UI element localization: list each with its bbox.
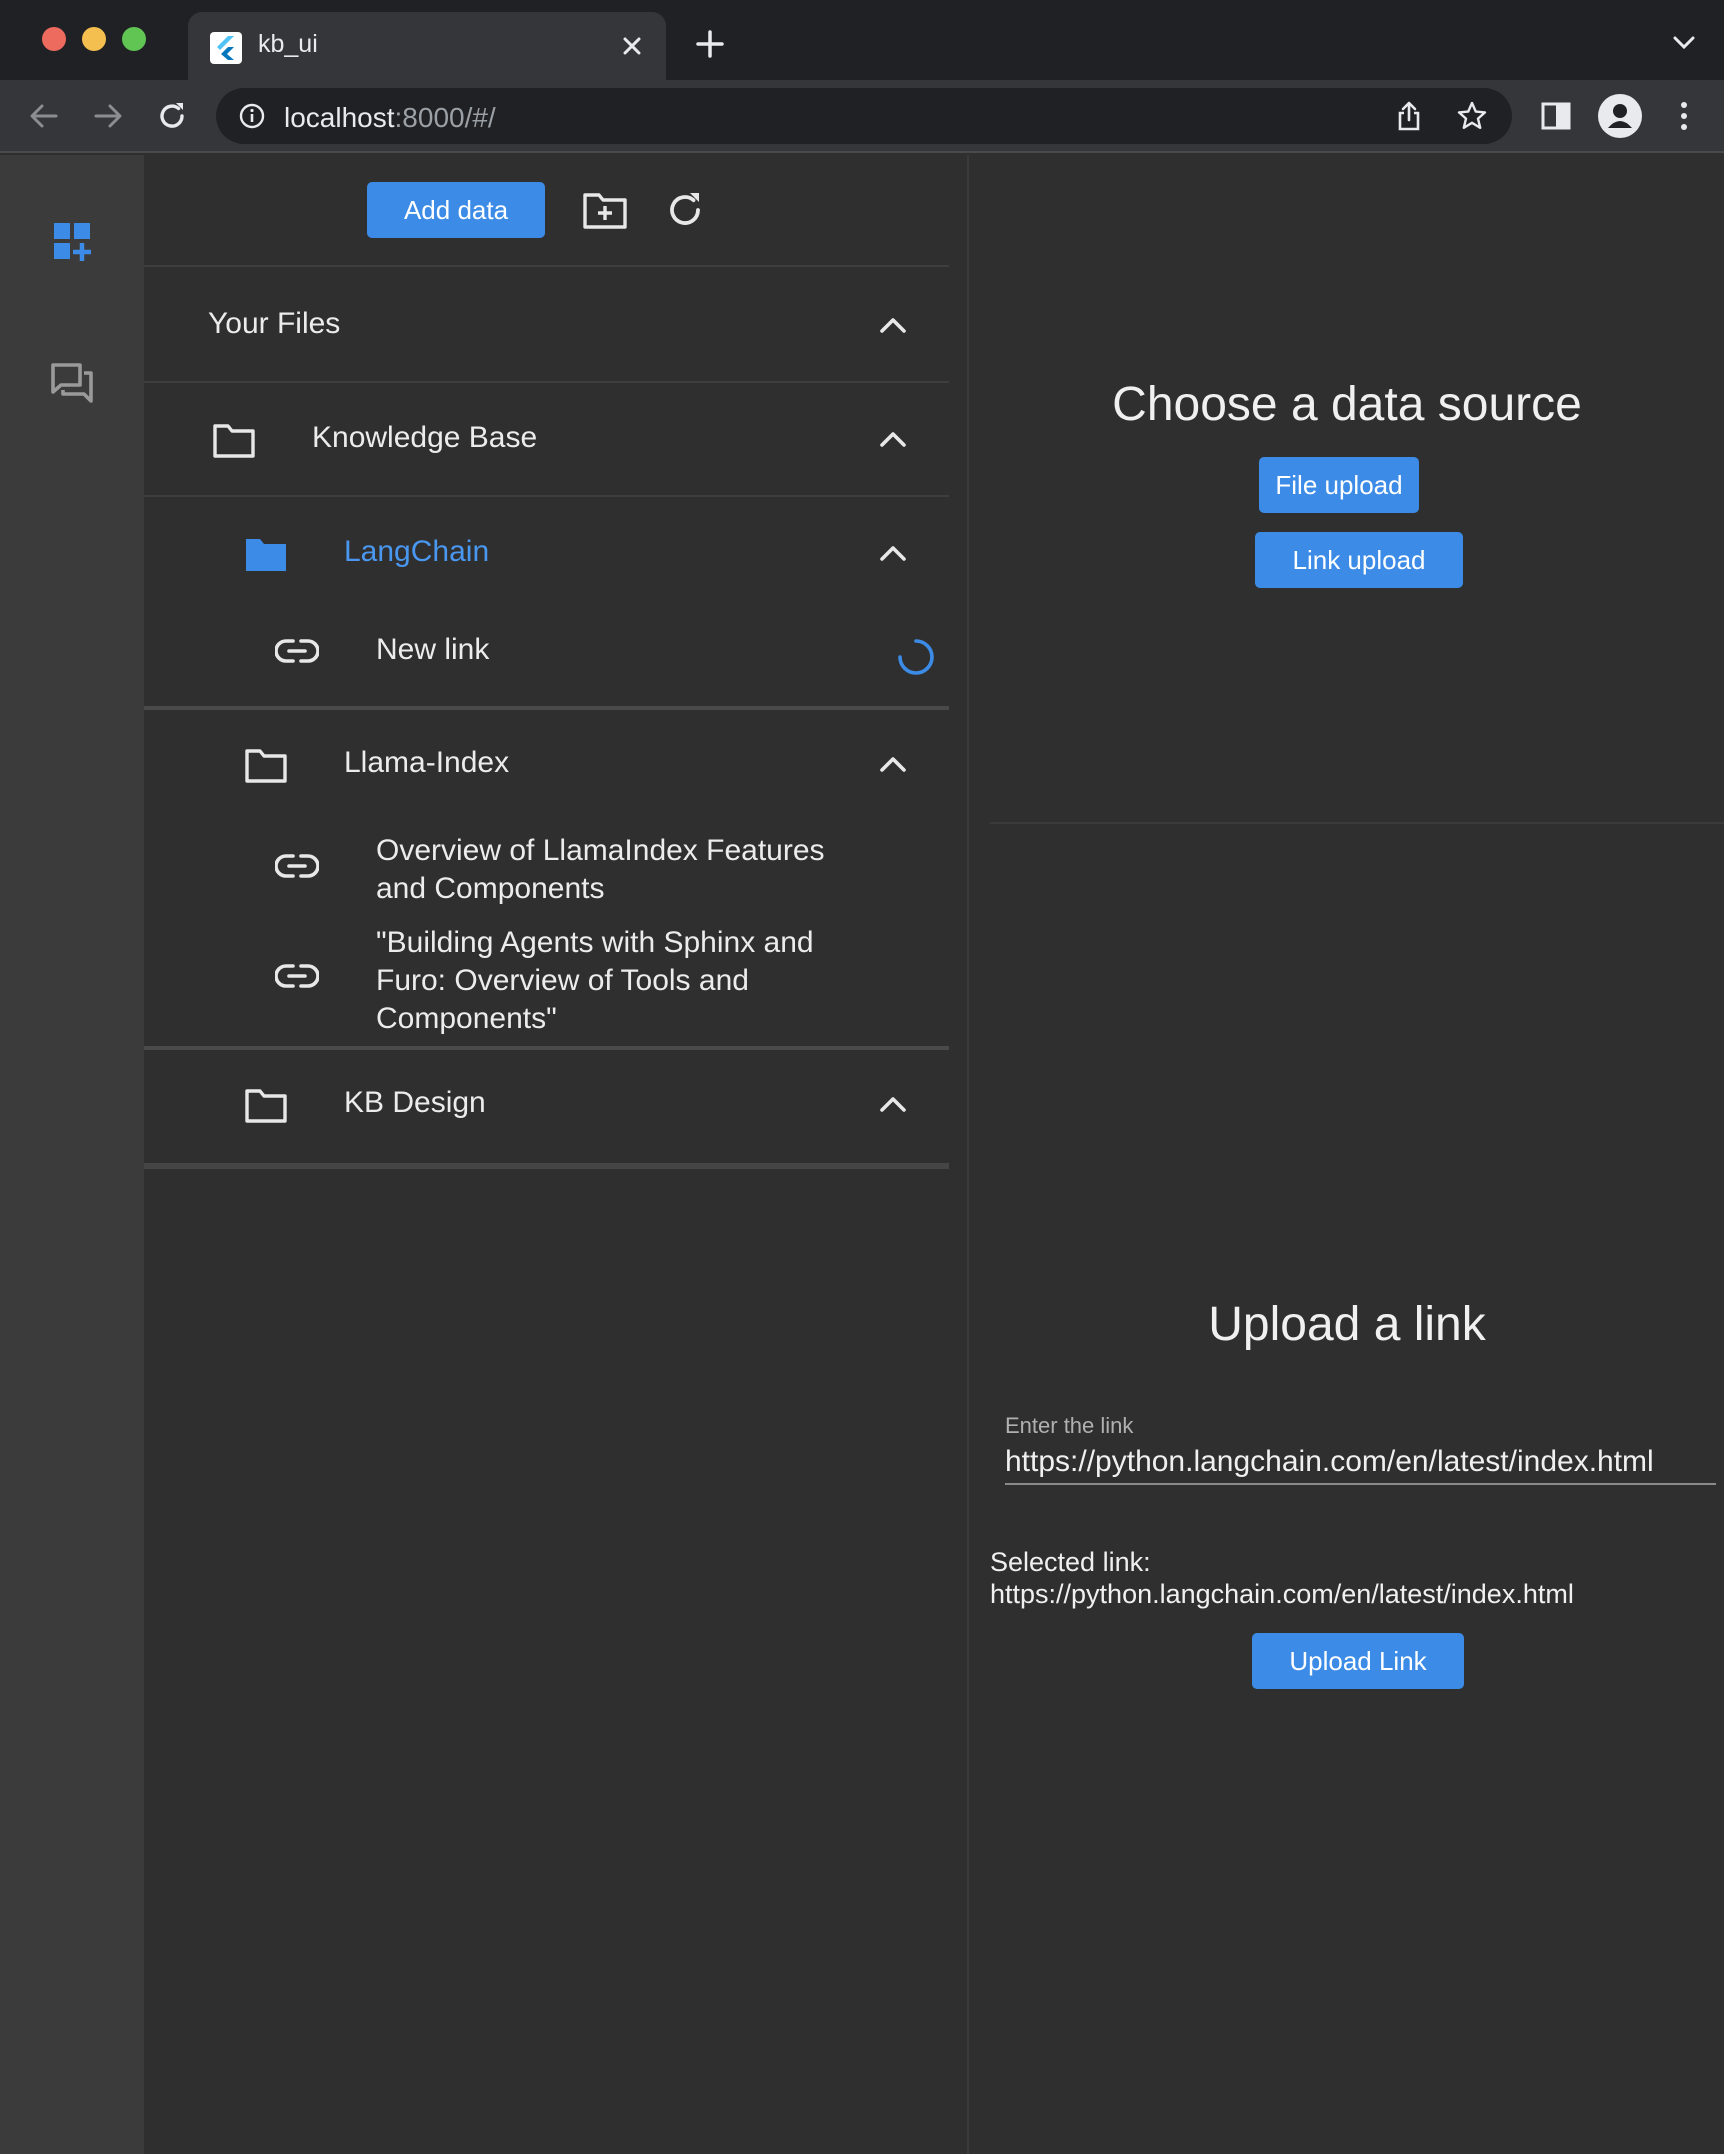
profile-avatar-icon[interactable] (1598, 94, 1642, 138)
window-close-button[interactable] (42, 27, 66, 51)
chevron-up-icon[interactable] (878, 543, 908, 563)
folder-outline-icon (212, 423, 256, 459)
divider (990, 822, 1724, 824)
side-panel-icon[interactable] (1540, 100, 1572, 132)
chevron-up-icon[interactable] (878, 754, 908, 774)
share-icon[interactable] (1394, 100, 1424, 132)
link-icon (274, 637, 320, 665)
your-files-header[interactable]: Your Files (144, 269, 949, 381)
divider (144, 1163, 949, 1169)
chevron-up-icon[interactable] (878, 1094, 908, 1114)
link-upload-button[interactable]: Link upload (1255, 532, 1463, 588)
browser-toolbar: localhost:8000/#/ (0, 80, 1724, 153)
file-item-new-link[interactable]: New link (144, 609, 949, 709)
folder-outline-icon (244, 1088, 288, 1124)
chevron-up-icon[interactable] (878, 315, 908, 335)
more-menu-icon[interactable] (1670, 100, 1698, 132)
loading-spinner-icon (896, 637, 936, 677)
flutter-favicon-icon (210, 32, 242, 64)
link-icon (274, 852, 320, 880)
folder-outline-icon (244, 748, 288, 784)
url-path: :8000/#/ (394, 102, 496, 133)
file-item-label: New link (376, 633, 490, 666)
knowledge-base-header[interactable]: Knowledge Base (144, 383, 949, 495)
file-item-building-agents[interactable]: "Building Agents with Sphinx and Furo: O… (144, 912, 949, 1042)
file-item-label: "Building Agents with Sphinx and Furo: O… (376, 926, 814, 1035)
link-icon (274, 962, 320, 990)
navigation-rail (0, 155, 144, 2154)
star-icon[interactable] (1456, 100, 1488, 132)
forward-arrow-icon[interactable] (90, 98, 126, 134)
upload-link-heading: Upload a link (1208, 1298, 1486, 1351)
knowledge-base-label: Knowledge Base (312, 421, 538, 454)
new-folder-icon[interactable] (582, 189, 628, 231)
right-panel: Choose a data source File upload Link up… (970, 155, 1724, 2154)
folder-row-langchain[interactable]: LangChain (144, 497, 949, 609)
info-icon[interactable] (238, 102, 266, 130)
url-host: localhost (284, 102, 395, 133)
data-source-heading: Choose a data source (1112, 378, 1582, 431)
selected-link-text: Selected link: https://python.langchain.… (990, 1547, 1574, 1609)
folder-name: Llama-Index (344, 746, 510, 779)
chat-icon[interactable] (48, 359, 96, 407)
window-minimize-button[interactable] (82, 27, 106, 51)
folder-name: LangChain (344, 535, 490, 568)
chevron-down-icon[interactable] (1672, 34, 1696, 52)
url-text: localhost:8000/#/ (284, 102, 496, 134)
file-item-llamaindex-overview[interactable]: Overview of LlamaIndex Features and Comp… (144, 820, 949, 912)
files-toolbar: Add data (144, 155, 949, 267)
files-panel: Add data Your Files Knowledge Base LangC… (144, 155, 969, 2154)
link-input[interactable] (1005, 1441, 1716, 1485)
folder-filled-icon (244, 537, 288, 573)
window-zoom-button[interactable] (122, 27, 146, 51)
link-field-label: Enter the link (1005, 1413, 1134, 1438)
plus-icon[interactable] (694, 28, 726, 60)
tab-title: kb_ui (258, 30, 318, 58)
chevron-up-icon[interactable] (878, 429, 908, 449)
upload-link-button[interactable]: Upload Link (1252, 1633, 1464, 1689)
address-bar[interactable]: localhost:8000/#/ (216, 88, 1512, 144)
add-data-button[interactable]: Add data (367, 182, 545, 238)
dashboard-add-icon[interactable] (48, 217, 96, 265)
your-files-label: Your Files (208, 307, 341, 340)
folder-row-kb-design[interactable]: KB Design (144, 1050, 949, 1160)
folder-row-llama-index[interactable]: Llama-Index (144, 710, 949, 820)
back-arrow-icon[interactable] (26, 98, 62, 134)
reload-icon[interactable] (154, 98, 190, 134)
browser-tab-bar: kb_ui (0, 0, 1724, 80)
folder-name: KB Design (344, 1086, 486, 1119)
refresh-icon[interactable] (664, 189, 706, 231)
browser-tab-active[interactable]: kb_ui (188, 12, 666, 80)
close-icon[interactable] (618, 32, 646, 60)
file-item-label: Overview of LlamaIndex Features and Comp… (376, 834, 825, 905)
file-upload-button[interactable]: File upload (1259, 457, 1419, 513)
